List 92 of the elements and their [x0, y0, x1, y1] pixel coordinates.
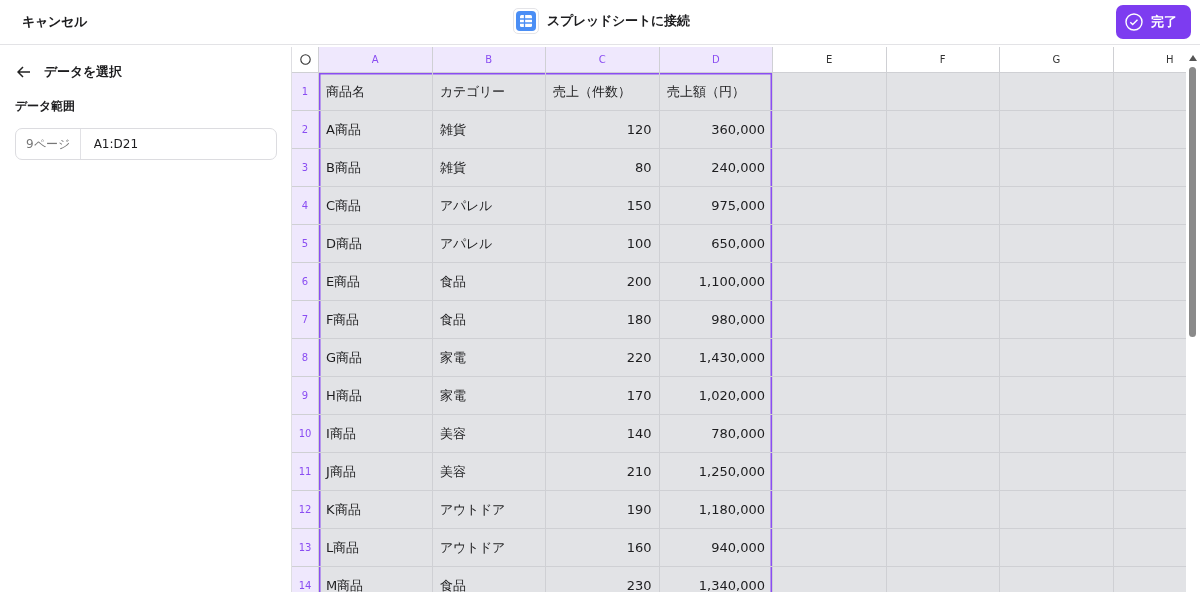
table-cell: 190 [546, 491, 660, 529]
check-circle-icon [1125, 13, 1143, 31]
table-cell: 975,000 [659, 187, 773, 225]
table-cell: J商品 [319, 453, 433, 491]
row-header[interactable]: 3 [292, 149, 319, 187]
scrollbar-thumb[interactable] [1189, 67, 1196, 337]
table-cell: 家電 [432, 339, 546, 377]
row-header[interactable]: 12 [292, 491, 319, 529]
table-cell: 80 [546, 149, 660, 187]
range-input[interactable]: A1:D21 [80, 129, 276, 159]
table-cell: カテゴリー [432, 73, 546, 111]
dialog-title: スプレッドシートに接続 [547, 12, 690, 30]
table-cell: 食品 [432, 263, 546, 301]
table-cell: 120 [546, 111, 660, 149]
table-cell: 240,000 [659, 149, 773, 187]
table-cell: 650,000 [659, 225, 773, 263]
table-cell: 220 [546, 339, 660, 377]
page-prefix: 9ページ [16, 129, 81, 159]
table-cell: 食品 [432, 301, 546, 339]
table-cell: 食品 [432, 567, 546, 592]
table-cell: 1,340,000 [659, 567, 773, 592]
row-header[interactable]: 2 [292, 111, 319, 149]
table-cell: M商品 [319, 567, 433, 592]
table-cell: 売上（件数） [546, 73, 660, 111]
scroll-up-icon[interactable] [1189, 55, 1197, 61]
column-header[interactable]: G [1000, 47, 1114, 73]
table-cell: 180 [546, 301, 660, 339]
table-cell: 商品名 [319, 73, 433, 111]
circle-icon [299, 54, 311, 65]
table-cell: 140 [546, 415, 660, 453]
table-cell: L商品 [319, 529, 433, 567]
table-cell: A商品 [319, 111, 433, 149]
table-cell: 940,000 [659, 529, 773, 567]
row-header[interactable]: 4 [292, 187, 319, 225]
table-cell: アパレル [432, 225, 546, 263]
row-header[interactable]: 13 [292, 529, 319, 567]
row-header[interactable]: 8 [292, 339, 319, 377]
table-cell: F商品 [319, 301, 433, 339]
table-cell: 100 [546, 225, 660, 263]
back-button[interactable]: データを選択 [17, 63, 277, 81]
column-header[interactable]: A [319, 47, 433, 73]
done-button[interactable]: 完了 [1116, 5, 1191, 39]
table-cell: 210 [546, 453, 660, 491]
column-header[interactable]: F [886, 47, 1000, 73]
table-cell: B商品 [319, 149, 433, 187]
column-header[interactable]: E [773, 47, 887, 73]
table-cell: 1,100,000 [659, 263, 773, 301]
table-cell: D商品 [319, 225, 433, 263]
table-cell: K商品 [319, 491, 433, 529]
table-cell: 170 [546, 377, 660, 415]
table-cell: 家電 [432, 377, 546, 415]
column-header[interactable]: D [659, 47, 773, 73]
row-header[interactable]: 7 [292, 301, 319, 339]
table-cell: 1,250,000 [659, 453, 773, 491]
row-header[interactable]: 14 [292, 567, 319, 592]
cancel-button[interactable]: キャンセル [22, 13, 87, 31]
table-cell: 780,000 [659, 415, 773, 453]
table-cell: 160 [546, 529, 660, 567]
table-cell: 美容 [432, 415, 546, 453]
table-cell: アウトドア [432, 529, 546, 567]
table-cell: 雑貨 [432, 149, 546, 187]
row-header[interactable]: 1 [292, 73, 319, 111]
table-cell: 売上額（円） [659, 73, 773, 111]
table-cell: I商品 [319, 415, 433, 453]
table-cell: アウトドア [432, 491, 546, 529]
table-cell: 230 [546, 567, 660, 592]
table-cell: 1,020,000 [659, 377, 773, 415]
table-cell: 150 [546, 187, 660, 225]
table-cell: アパレル [432, 187, 546, 225]
range-field[interactable]: 9ページ A1:D21 [15, 128, 277, 160]
table-cell: 1,430,000 [659, 339, 773, 377]
row-header[interactable]: 5 [292, 225, 319, 263]
table-cell: 1,180,000 [659, 491, 773, 529]
table-cell: C商品 [319, 187, 433, 225]
row-header[interactable]: 6 [292, 263, 319, 301]
spreadsheet-icon [516, 11, 536, 31]
row-header[interactable]: 10 [292, 415, 319, 453]
select-all-button[interactable] [292, 47, 319, 73]
table-cell: G商品 [319, 339, 433, 377]
table-cell: 360,000 [659, 111, 773, 149]
table-cell: 雑貨 [432, 111, 546, 149]
table-cell: 200 [546, 263, 660, 301]
column-header[interactable]: B [432, 47, 546, 73]
row-header[interactable]: 11 [292, 453, 319, 491]
row-header[interactable]: 9 [292, 377, 319, 415]
back-arrow-icon [17, 66, 31, 78]
table-cell: E商品 [319, 263, 433, 301]
column-header[interactable]: C [546, 47, 660, 73]
range-label: データ範囲 [15, 98, 76, 115]
table-cell: 980,000 [659, 301, 773, 339]
table-cell: 美容 [432, 453, 546, 491]
table-cell: H商品 [319, 377, 433, 415]
